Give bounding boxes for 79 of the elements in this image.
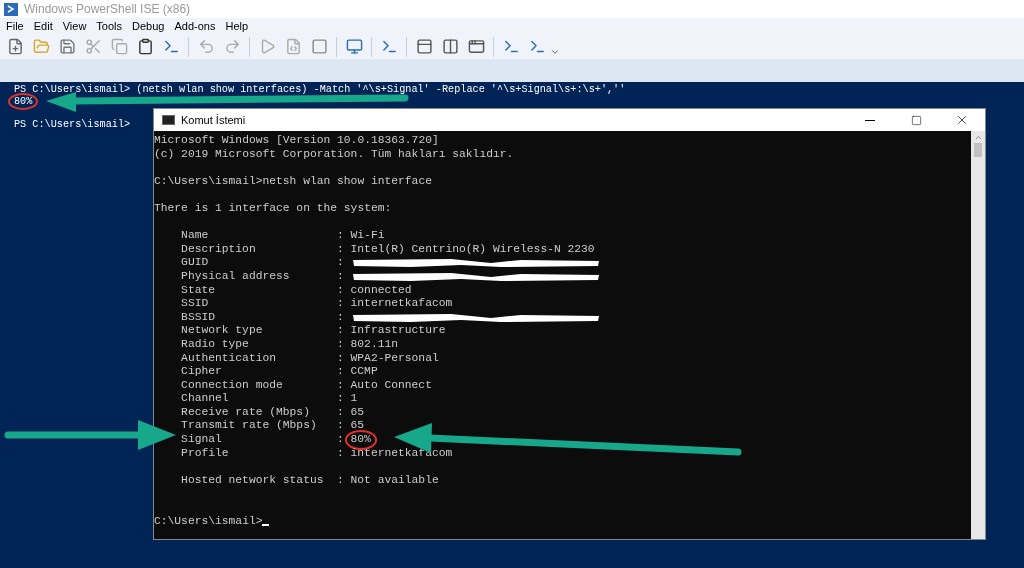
property-label: Name	[181, 229, 210, 243]
property-label: GUID	[181, 256, 210, 270]
separator: :	[337, 378, 344, 393]
close-icon	[955, 113, 969, 127]
arrow-left-icon	[46, 92, 409, 112]
separator: :	[337, 351, 344, 366]
separator: :	[337, 433, 344, 447]
console-text: 80%	[14, 95, 33, 107]
property-label: Channel	[181, 392, 230, 406]
separator: :	[337, 297, 344, 311]
console-text: Microsoft Windows [Version 10.0.18363.720]	[154, 134, 439, 148]
console-text: There is 1 interface on the system:	[154, 201, 392, 216]
property-value: internetkafacom	[350, 297, 453, 311]
property-label: Signal	[181, 433, 223, 447]
overflow-icon[interactable]	[550, 47, 560, 57]
console-text: PS C:\Users\ismail> (netsh wlan show interfaces) -Match '^\s+Signal' -Replace '^\s+Signal\s+:\s+',''	[14, 84, 626, 95]
scroll-up-icon[interactable]	[973, 133, 983, 142]
separator: :	[337, 419, 344, 434]
separator: :	[337, 473, 344, 488]
menu-item[interactable]: Help	[225, 17, 249, 35]
property-value: 802.11n	[350, 337, 399, 352]
menu-item[interactable]: File	[6, 17, 24, 35]
console-text: C:\Users\ismail>netsh wlan show interface	[154, 174, 432, 189]
property-value: 65	[350, 405, 365, 420]
property-label: Network type	[181, 324, 264, 338]
separator: :	[337, 269, 344, 284]
property-label: State	[181, 283, 216, 298]
separator: :	[337, 324, 344, 338]
property-value: connected	[350, 283, 412, 298]
property-value: Infrastructure	[350, 324, 446, 338]
window-title: Windows PowerShell ISE (x86)	[24, 1, 191, 18]
cmd-window-title: Komut İstemi	[181, 112, 247, 128]
text-cursor	[262, 524, 270, 527]
menu-item[interactable]: Add-ons	[174, 17, 216, 35]
property-value: 65	[350, 419, 365, 434]
scroll-thumb[interactable]	[974, 143, 982, 157]
property-label: Hosted network status	[181, 473, 325, 488]
property-label: Radio type	[181, 337, 250, 352]
property-value: Not available	[350, 473, 439, 488]
property-value: 80%	[350, 433, 371, 447]
menu-item[interactable]: Debug	[132, 17, 165, 35]
console-prompt: C:\Users\ismail>	[154, 514, 263, 529]
property-value: Intel(R) Centrino(R) Wireless-N 2230	[350, 242, 595, 257]
separator: :	[337, 405, 344, 420]
cmd-icon	[162, 115, 175, 125]
property-value: internetkafacom	[350, 446, 453, 461]
property-label: Authentication	[181, 351, 278, 366]
minimize-icon	[865, 119, 875, 121]
maximize-icon	[910, 114, 922, 126]
separator: :	[337, 446, 344, 461]
scrollbar[interactable]	[971, 131, 985, 539]
console-text: PS C:\Users\ismail>	[14, 118, 131, 130]
property-value: CCMP	[350, 365, 378, 379]
property-label: Receive rate (Mbps)	[181, 405, 311, 420]
console-text: (c) 2019 Microsoft Corporation. Tüm hakları saklıdır.	[154, 147, 514, 162]
separator: :	[337, 229, 344, 243]
separator: :	[337, 337, 344, 352]
menu-item[interactable]: Tools	[96, 17, 123, 35]
separator: :	[337, 256, 344, 270]
separator: :	[337, 283, 344, 298]
property-label: BSSID	[181, 310, 216, 325]
property-label: SSID	[181, 297, 210, 311]
separator: :	[337, 310, 344, 325]
separator: :	[337, 392, 344, 406]
property-label: Cipher	[181, 365, 223, 379]
property-value: Wi-Fi	[350, 229, 385, 243]
arrow-right-icon	[4, 420, 176, 450]
property-label: Physical address	[181, 269, 291, 284]
property-value: Auto Connect	[350, 378, 432, 393]
property-label: Profile	[181, 446, 230, 461]
property-label: Transmit rate (Mbps)	[181, 419, 318, 434]
property-value: 1	[350, 392, 358, 406]
menu-item[interactable]: View	[62, 17, 87, 35]
property-value: WPA2-Personal	[350, 351, 439, 366]
property-label: Description	[181, 242, 257, 257]
menu-item[interactable]: Edit	[33, 17, 53, 35]
property-label: Connection mode	[181, 378, 284, 393]
separator: :	[337, 365, 344, 379]
separator: :	[337, 242, 344, 257]
